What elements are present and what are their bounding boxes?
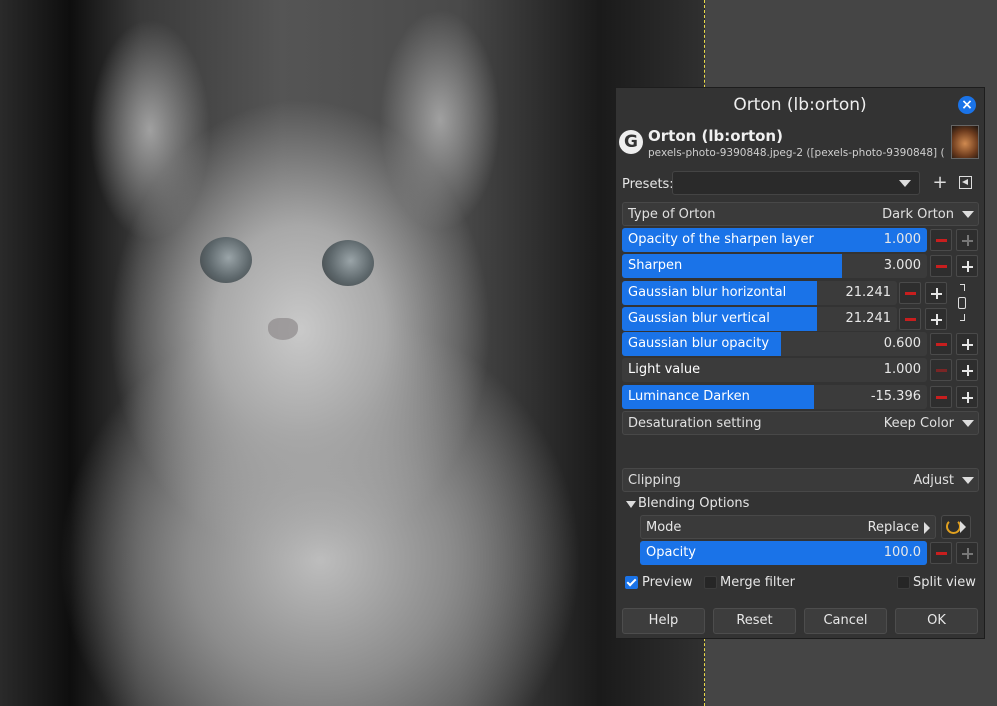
slider-value: 3.000 (883, 258, 921, 273)
mode-value: Replace (867, 520, 919, 535)
slider-value: 100.0 (883, 545, 921, 560)
chevron-down-icon (899, 180, 911, 187)
slider-gaussian-blur-opacity[interactable]: Gaussian blur opacity 0.600 (622, 332, 927, 356)
chevron-right-icon (960, 521, 966, 533)
decrease-button[interactable] (930, 255, 952, 277)
preview-checkbox[interactable] (625, 576, 638, 589)
blending-options-expander[interactable]: Blending Options (638, 496, 749, 511)
type-of-orton-label: Type of Orton (628, 207, 716, 222)
increase-button[interactable] (956, 359, 978, 381)
slider-label: Gaussian blur horizontal (628, 285, 787, 300)
merge-filter-checkbox[interactable] (704, 576, 717, 589)
reset-button[interactable]: Reset (713, 608, 796, 634)
slider-label: Gaussian blur opacity (628, 336, 770, 351)
add-preset-icon[interactable]: + (932, 172, 948, 194)
decrease-button[interactable] (930, 542, 952, 564)
kitten-left-eye (200, 237, 252, 283)
increase-button[interactable] (925, 282, 947, 304)
slider-value: 0.600 (883, 336, 921, 351)
desaturation-value: Keep Color (883, 416, 954, 431)
presets-menu-icon[interactable] (959, 176, 972, 189)
decrease-button[interactable] (899, 308, 921, 330)
dialog-titlebar[interactable]: Orton (lb:orton) × (616, 88, 984, 122)
merge-filter-label: Merge filter (720, 575, 795, 590)
decrease-button[interactable] (930, 229, 952, 251)
type-of-orton-combo[interactable]: Type of Orton Dark Orton (622, 202, 979, 226)
slider-blend-opacity[interactable]: Opacity 100.0 (640, 541, 927, 565)
gegl-logo-icon: G (619, 130, 643, 154)
slider-label: Opacity (646, 545, 697, 560)
increase-button[interactable] (956, 386, 978, 408)
slider-light-value[interactable]: Light value 1.000 (622, 358, 927, 382)
slider-label: Opacity of the sharpen layer (628, 232, 814, 247)
slider-value: 1.000 (883, 362, 921, 377)
presets-combo[interactable] (672, 171, 920, 195)
chevron-down-icon (962, 211, 974, 218)
split-view-label: Split view (913, 575, 976, 590)
header-title: Orton (lb:orton) (648, 127, 783, 145)
chevron-down-icon (962, 420, 974, 427)
desaturation-label: Desaturation setting (628, 416, 762, 431)
kitten-nose (268, 318, 298, 340)
chevron-down-icon (962, 477, 974, 484)
type-of-orton-value: Dark Orton (882, 207, 954, 222)
clipping-combo[interactable]: Clipping Adjust (622, 468, 979, 492)
slider-sharpen[interactable]: Sharpen 3.000 (622, 254, 927, 278)
close-button[interactable]: × (958, 96, 976, 114)
split-view-checkbox[interactable] (897, 576, 910, 589)
header-subtitle: pexels-photo-9390848.jpeg-2 ([pexels-pho… (648, 147, 944, 159)
preview-label: Preview (642, 575, 693, 590)
ok-button[interactable]: OK (895, 608, 978, 634)
slider-value: 1.000 (883, 232, 921, 247)
orton-filter-dialog: Orton (lb:orton) × G Orton (lb:orton) pe… (615, 87, 985, 639)
slider-label: Luminance Darken (628, 389, 750, 404)
decrease-button[interactable] (930, 386, 952, 408)
expander-down-icon[interactable] (626, 501, 636, 508)
increase-button[interactable] (956, 229, 978, 251)
dialog-header: G Orton (lb:orton) pexels-photo-9390848.… (616, 122, 984, 164)
presets-label: Presets: (622, 177, 674, 192)
image-canvas[interactable] (0, 0, 705, 706)
slider-label: Gaussian blur vertical (628, 311, 770, 326)
desaturation-combo[interactable]: Desaturation setting Keep Color (622, 411, 979, 435)
increase-button[interactable] (925, 308, 947, 330)
chain-link-icon[interactable] (958, 284, 968, 322)
slider-gaussian-blur-horizontal[interactable]: Gaussian blur horizontal 21.241 (622, 281, 897, 305)
slider-value: -15.396 (870, 389, 921, 404)
mode-reset-button[interactable] (941, 515, 971, 539)
increase-button[interactable] (956, 542, 978, 564)
decrease-button[interactable] (899, 282, 921, 304)
help-button[interactable]: Help (622, 608, 705, 634)
slider-value: 21.241 (845, 285, 892, 300)
blend-mode-combo[interactable]: Mode Replace (640, 515, 936, 539)
slider-gaussian-blur-vertical[interactable]: Gaussian blur vertical 21.241 (622, 307, 897, 331)
image-thumbnail (951, 125, 979, 159)
increase-button[interactable] (956, 333, 978, 355)
slider-label: Sharpen (628, 258, 683, 273)
dialog-title: Orton (lb:orton) (733, 95, 867, 115)
increase-button[interactable] (956, 255, 978, 277)
slider-opacity-sharpen[interactable]: Opacity of the sharpen layer 1.000 (622, 228, 927, 252)
mode-label: Mode (646, 520, 682, 535)
slider-label: Light value (628, 362, 701, 377)
cancel-button[interactable]: Cancel (804, 608, 887, 634)
kitten-right-eye (322, 240, 374, 286)
slider-value: 21.241 (845, 311, 892, 326)
reset-icon (946, 519, 961, 534)
slider-luminance-darken[interactable]: Luminance Darken -15.396 (622, 385, 927, 409)
chevron-right-icon (924, 522, 930, 534)
clipping-value: Adjust (913, 473, 954, 488)
decrease-button[interactable] (930, 359, 952, 381)
clipping-label: Clipping (628, 473, 681, 488)
decrease-button[interactable] (930, 333, 952, 355)
